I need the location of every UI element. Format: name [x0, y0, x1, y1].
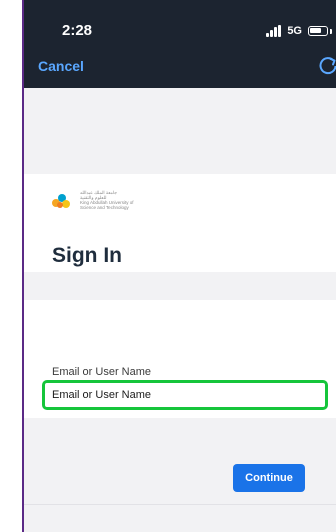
cancel-button[interactable]: Cancel: [38, 58, 84, 74]
username-label: Email or User Name: [52, 366, 152, 378]
page-title: Sign In: [52, 244, 122, 267]
brand-card: جامعة الملك عبدالله للعلوم والتقنية King…: [24, 174, 336, 272]
logo-text: جامعة الملك عبدالله للعلوم والتقنية King…: [80, 190, 200, 210]
network-type: 5G: [287, 25, 302, 37]
continue-button[interactable]: Continue: [233, 464, 305, 492]
username-input[interactable]: [48, 386, 324, 404]
status-time: 2:28: [62, 22, 93, 39]
status-icons: 5G: [266, 22, 332, 40]
username-field-highlight: [42, 380, 328, 410]
battery-icon: [308, 26, 328, 36]
logo-text-line: Science and Technology: [80, 205, 129, 210]
footer-divider: [24, 504, 336, 505]
top-bar: 2:28 5G Cancel: [24, 0, 336, 88]
kaust-logo: [52, 194, 70, 208]
app-frame: 2:28 5G Cancel جامعة الملك عبدالله للعلو…: [22, 0, 336, 532]
login-card: Email or User Name: [24, 300, 336, 418]
signal-icon: [266, 25, 282, 37]
battery-tip: [330, 28, 332, 34]
refresh-icon[interactable]: [316, 54, 336, 78]
